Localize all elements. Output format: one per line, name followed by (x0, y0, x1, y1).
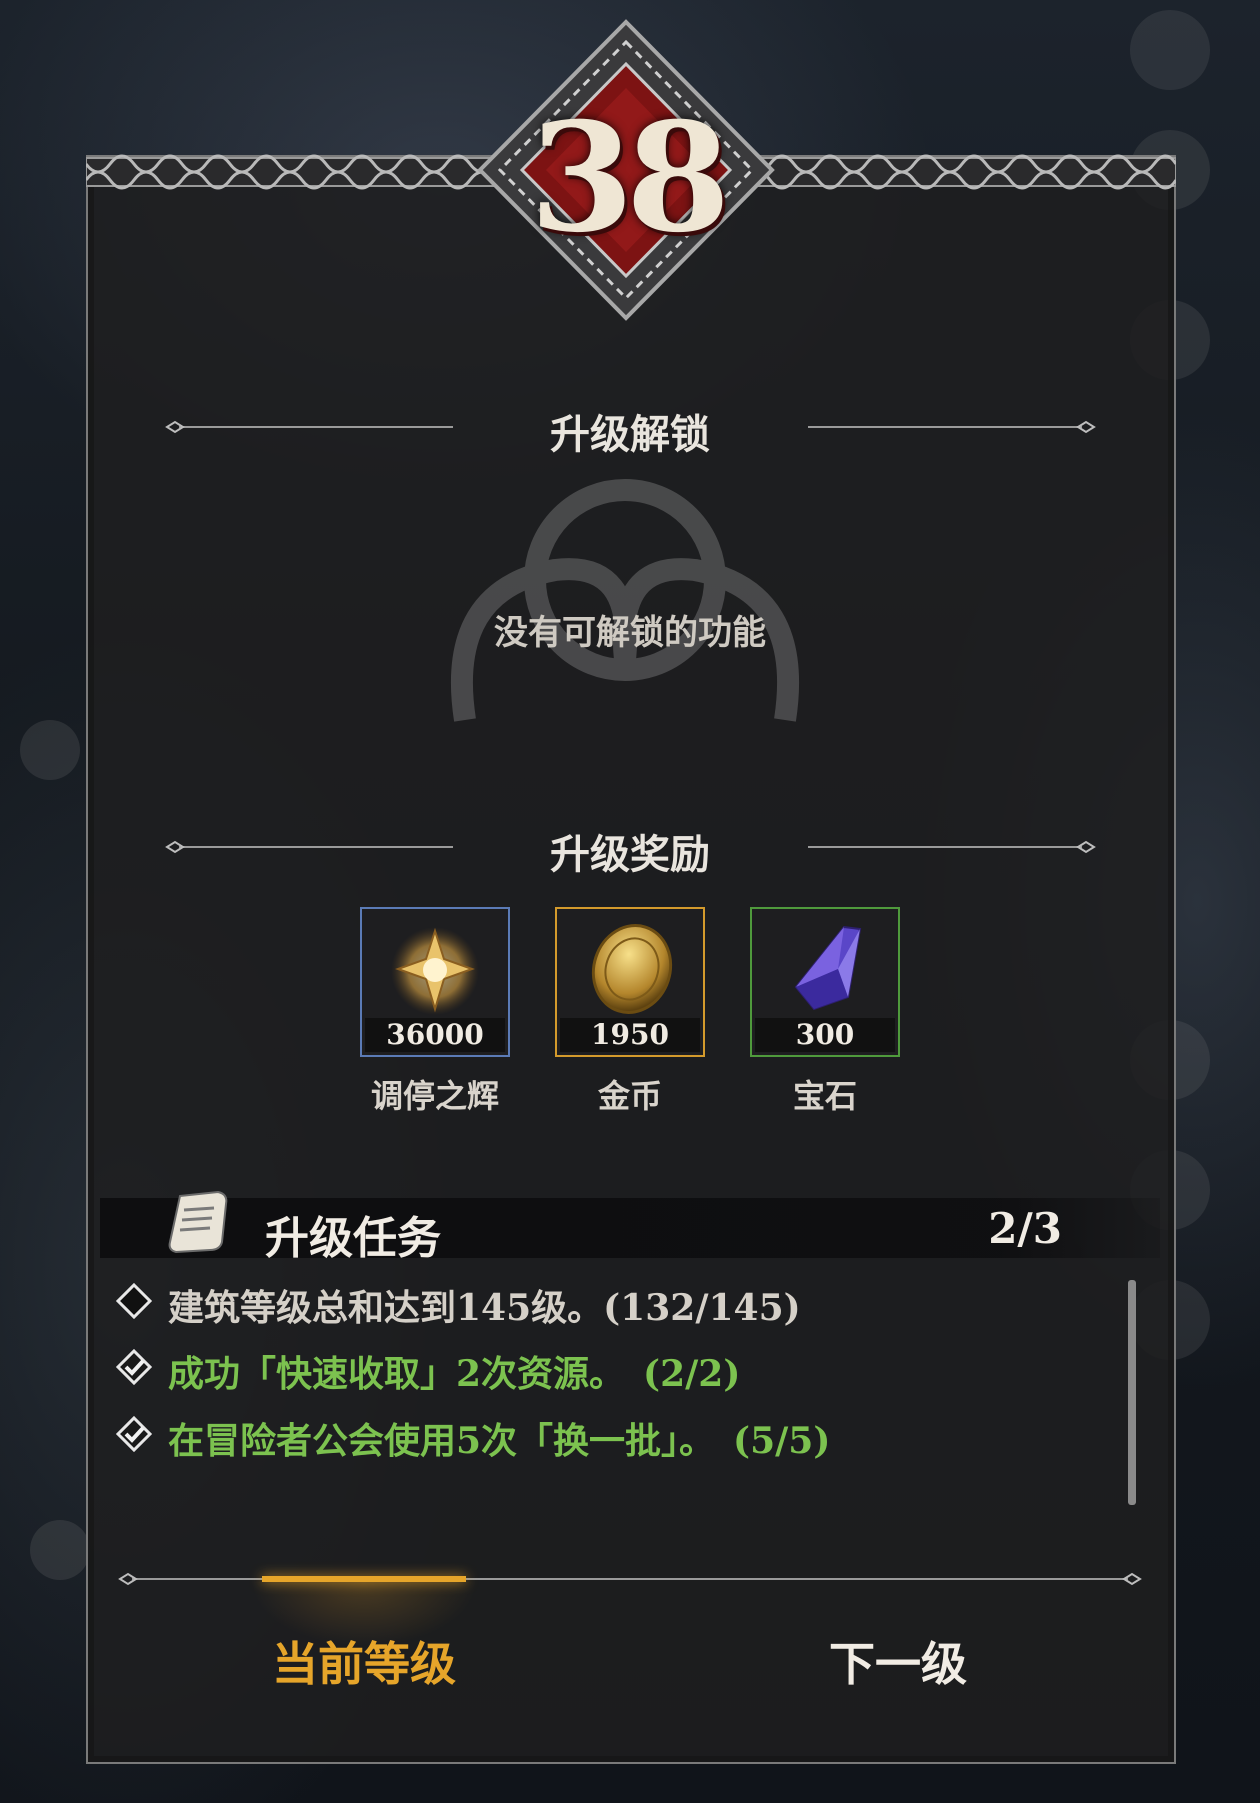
active-tab-indicator (262, 1576, 466, 1582)
reward-name: 宝石 (792, 1077, 857, 1115)
reward-item-radiance[interactable]: 36000 调停之辉 (360, 907, 510, 1127)
reward-slot: 300 (750, 907, 900, 1057)
task-checkbox-unchecked (116, 1283, 152, 1319)
reward-count: 1950 (560, 1018, 700, 1052)
side-menu-icon[interactable] (1130, 10, 1210, 90)
task-item[interactable]: 在冒险者公会使用5次「换一批」。 (5/5) (110, 1410, 890, 1462)
background-decoration (30, 1520, 90, 1580)
tasks-title: 升级任务 (265, 1213, 441, 1264)
reward-count: 300 (755, 1018, 895, 1052)
level-badge: 38 (476, 18, 776, 323)
section-divider-left (165, 840, 453, 854)
section-divider-right (808, 420, 1096, 434)
level-number: 38 (529, 90, 731, 266)
rewards-section-title: 升级奖励 (550, 831, 710, 878)
reward-slot: 36000 (360, 907, 510, 1057)
tasks-header: 升级任务 2/3 (100, 1190, 1160, 1264)
tasks-scrollbar[interactable] (1128, 1280, 1136, 1505)
tab-next-level[interactable]: 下一级 (748, 1628, 1048, 1694)
tab-current-level[interactable]: 当前等级 (214, 1628, 514, 1694)
no-unlock-text: 没有可解锁的功能 (494, 613, 766, 653)
gold-coin-icon (591, 924, 673, 1014)
reward-name: 调停之辉 (370, 1077, 499, 1115)
section-divider-left (165, 420, 453, 434)
reward-item-gold[interactable]: 1950 金币 (555, 907, 705, 1127)
scroll-icon (168, 1190, 228, 1254)
tasks-progress: 2/3 (988, 1204, 1062, 1253)
background-decoration (20, 720, 80, 780)
section-divider-right (808, 840, 1096, 854)
task-item[interactable]: 建筑等级总和达到145级。(132/145) (110, 1277, 890, 1329)
task-text: 建筑等级总和达到145级。(132/145) (168, 1287, 801, 1329)
task-checkbox-checked (116, 1349, 152, 1385)
radiance-star-icon (391, 927, 479, 1015)
gem-crystal-icon (794, 925, 862, 1011)
reward-name: 金币 (597, 1077, 662, 1115)
task-checkbox-checked (116, 1416, 152, 1452)
task-text: 成功「快速收取」2次资源。 (2/2) (168, 1353, 741, 1395)
reward-item-gem[interactable]: 300 宝石 (750, 907, 900, 1127)
reward-count: 36000 (365, 1018, 505, 1052)
unlock-section-title: 升级解锁 (550, 411, 710, 458)
task-item[interactable]: 成功「快速收取」2次资源。 (2/2) (110, 1343, 890, 1395)
reward-slot: 1950 (555, 907, 705, 1057)
task-text: 在冒险者公会使用5次「换一批」。 (5/5) (168, 1420, 831, 1462)
